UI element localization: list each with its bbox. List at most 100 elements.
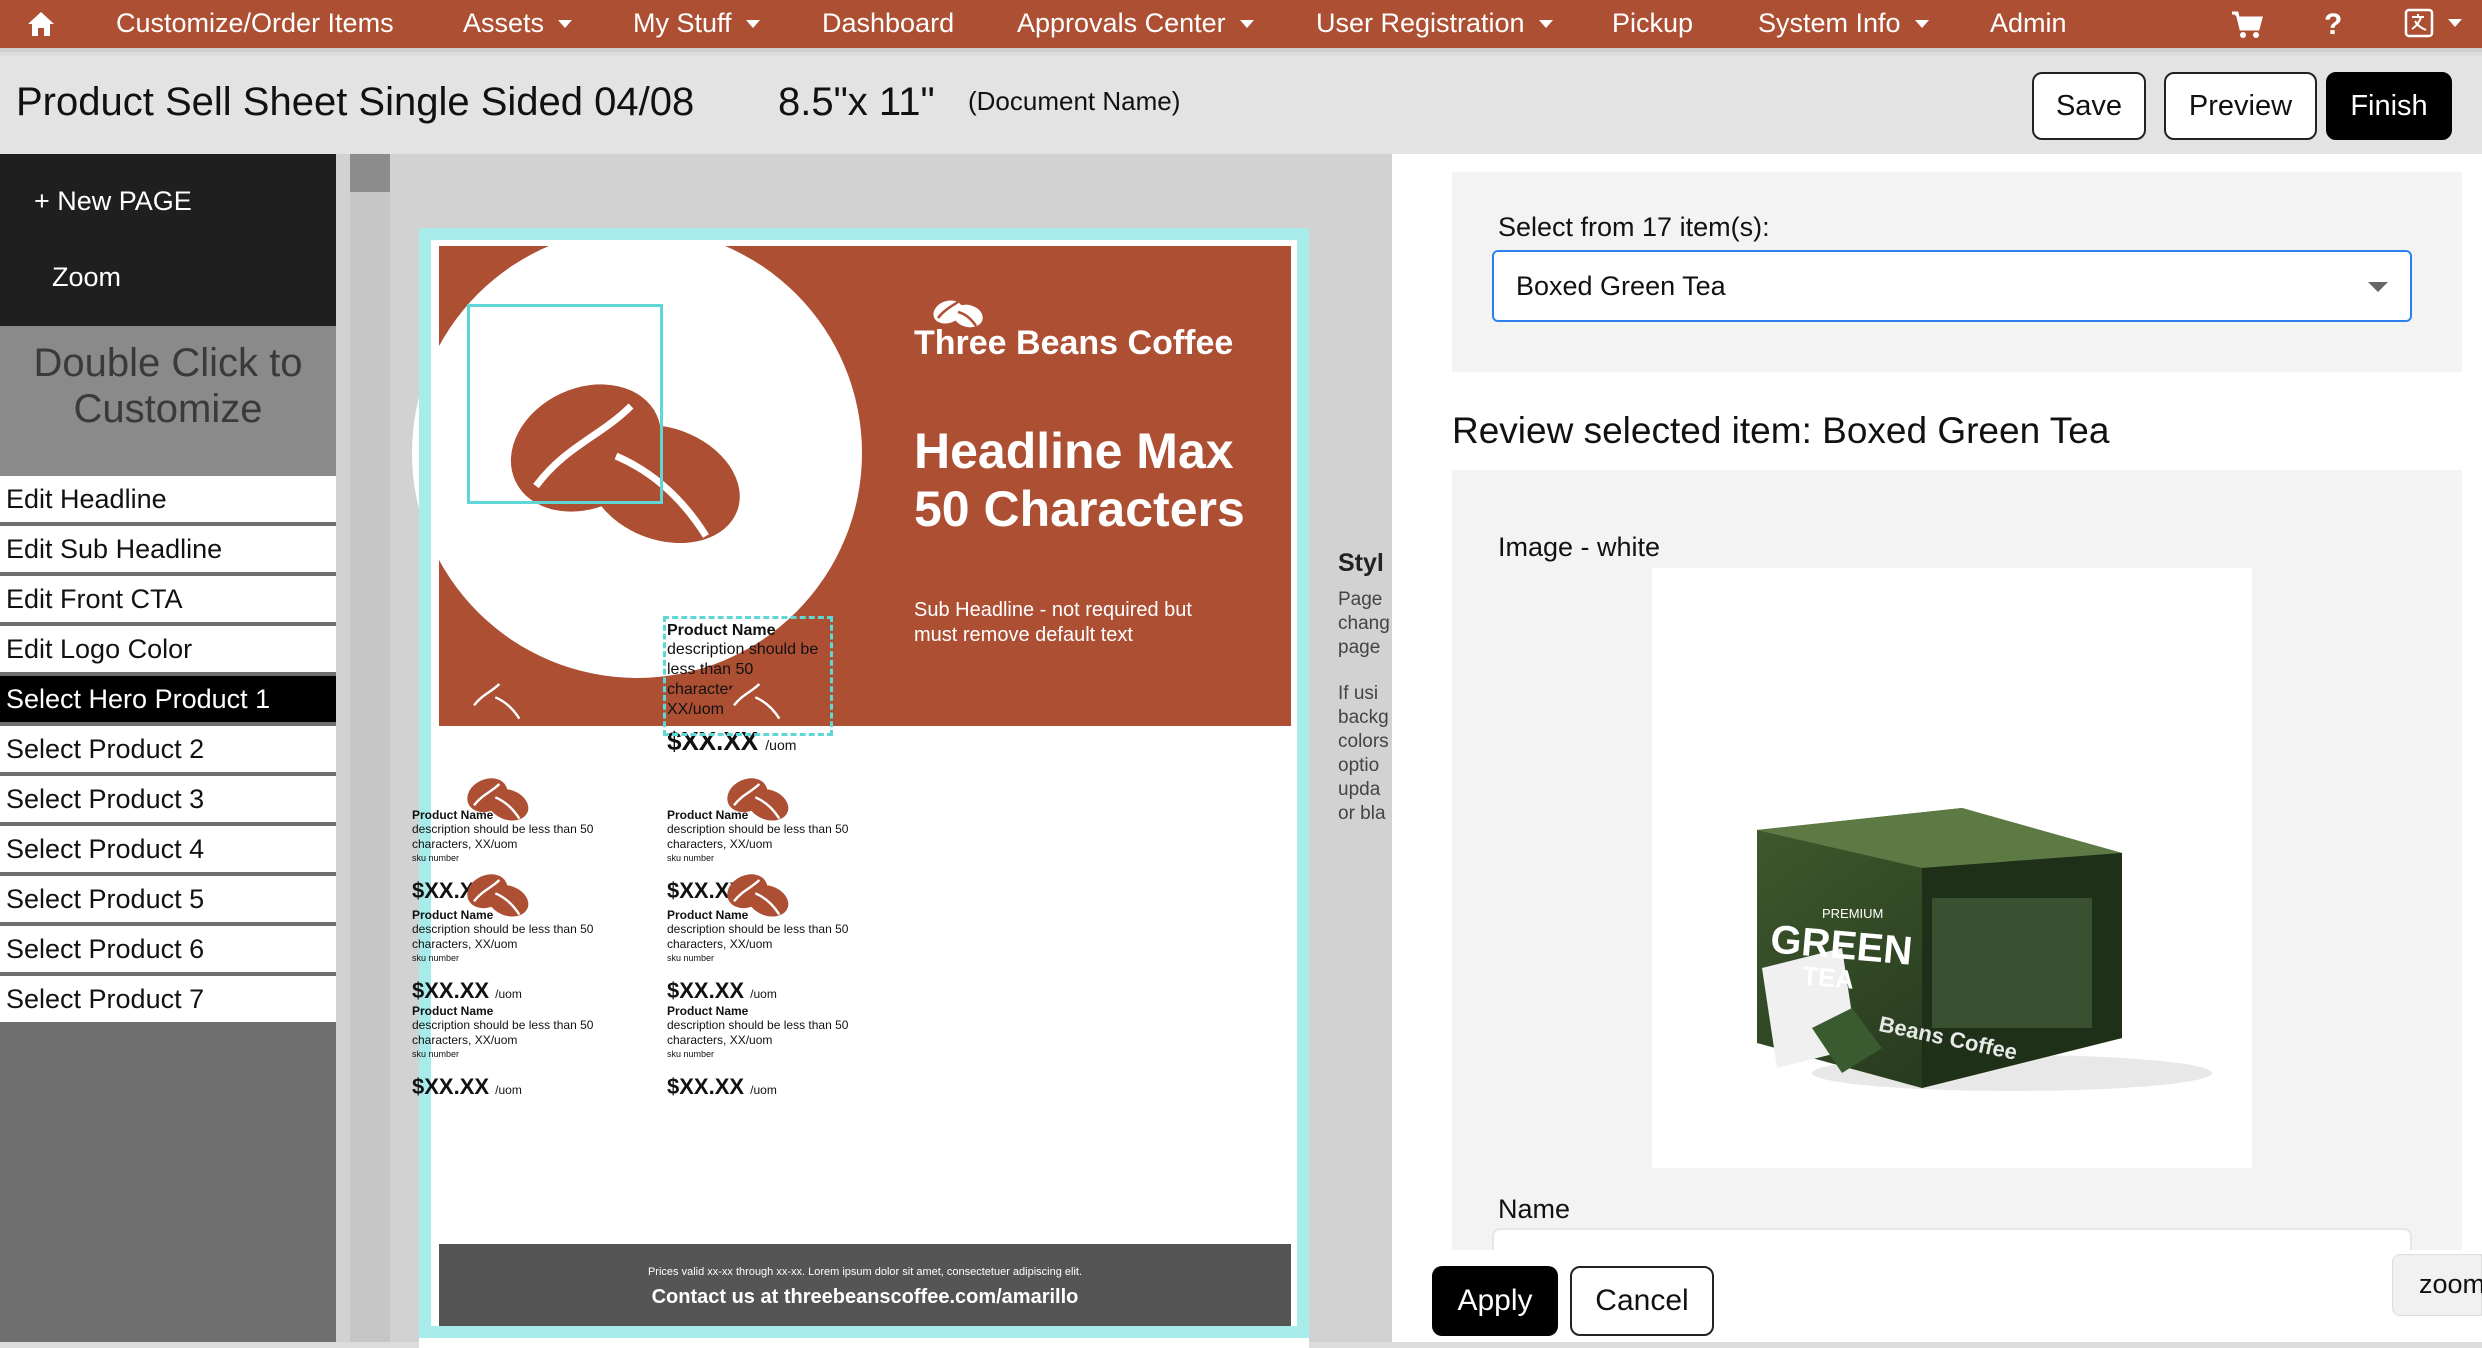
style-line: colors	[1338, 731, 1389, 752]
menu-select-product-2[interactable]: Select Product 2	[0, 726, 336, 772]
product-desc: description should be less than 50 chara…	[667, 822, 849, 851]
price-unit: /uom	[765, 737, 797, 753]
nav-admin[interactable]: Admin	[1990, 8, 2067, 39]
menu-edit-headline[interactable]: Edit Headline	[0, 476, 336, 522]
headline-text[interactable]: Headline Max 50 Characters	[914, 422, 1274, 538]
nav-label: Dashboard	[822, 8, 955, 38]
menu-edit-front-cta[interactable]: Edit Front CTA	[0, 576, 336, 622]
new-page-button[interactable]: + New PAGE	[34, 186, 192, 217]
finish-button[interactable]: Finish	[2326, 72, 2452, 140]
menu-select-product-6[interactable]: Select Product 6	[0, 926, 336, 972]
apply-button[interactable]: Apply	[1432, 1266, 1558, 1336]
product-sku: sku number	[667, 953, 715, 963]
nav-pickup[interactable]: Pickup	[1612, 8, 1693, 39]
product-image[interactable]	[466, 872, 530, 920]
menu-select-hero-product-1[interactable]: Select Hero Product 1	[0, 676, 336, 722]
price-unit: /uom	[750, 987, 777, 1001]
menu-edit-sub-headline[interactable]: Edit Sub Headline	[0, 526, 336, 572]
nav-label: Admin	[1990, 8, 2067, 38]
nav-assets[interactable]: Assets	[463, 8, 573, 39]
nav-label: System Info	[1758, 8, 1901, 38]
product-select-dropdown[interactable]: Boxed Green Tea	[1492, 250, 2412, 322]
product-sku: sku number	[667, 1049, 715, 1059]
product-image[interactable]	[726, 676, 790, 724]
menu-select-product-5[interactable]: Select Product 5	[0, 876, 336, 922]
product-cell[interactable]: Product Name description should be less t…	[412, 908, 602, 1004]
style-line: Page	[1338, 589, 1383, 610]
style-line: backg	[1338, 707, 1389, 728]
design-canvas[interactable]: Three Beans Coffee Headline Max 50 Chara…	[336, 154, 1394, 1348]
language-selector[interactable]	[2404, 8, 2462, 38]
name-label: Name	[1498, 1194, 1571, 1224]
help-icon[interactable]: ?	[2324, 8, 2342, 42]
price-value: $XX.XX	[412, 1074, 490, 1099]
price-unit: /uom	[495, 1083, 522, 1097]
document-title: Product Sell Sheet Single Sided 04/08	[16, 80, 695, 124]
ruler-corner	[350, 154, 390, 192]
nav-label: Pickup	[1612, 8, 1694, 38]
nav-customize-order-items[interactable]: Customize/Order Items	[116, 8, 394, 39]
chevron-down-icon	[1538, 19, 1553, 28]
zoom-button[interactable]: Zoom	[52, 262, 121, 293]
product-desc: description should be less than 50 chara…	[412, 922, 594, 951]
document-title-bar: Product Sell Sheet Single Sided 04/08 8.…	[0, 56, 2482, 154]
zoom-tab[interactable]: zoom	[2392, 1254, 2482, 1316]
chevron-down-icon	[558, 19, 573, 28]
box-premium-text: PREMIUM	[1822, 906, 1883, 921]
product-price: $XX.XX /uom	[667, 978, 857, 1004]
vertical-ruler	[350, 154, 390, 1342]
product-image[interactable]	[726, 776, 790, 824]
menu-select-product-3[interactable]: Select Product 3	[0, 776, 336, 822]
green-tea-box-image: PREMIUM GREEN TEA Beans Coffee	[1757, 808, 2212, 1091]
hero-image-selection[interactable]	[467, 304, 663, 504]
nav-dashboard[interactable]: Dashboard	[822, 8, 954, 39]
footer-disclaimer: Prices valid xx-xx through xx-xx. Lorem …	[647, 1266, 1083, 1278]
product-sku: sku number	[667, 853, 715, 863]
preview-button[interactable]: Preview	[2164, 72, 2317, 140]
cart-icon[interactable]	[2230, 10, 2264, 40]
document-footer[interactable]: Prices valid xx-xx through xx-xx. Lorem …	[439, 1244, 1291, 1328]
price-value: $XX.XX	[667, 1074, 745, 1099]
product-image-preview: PREMIUM GREEN TEA Beans Coffee	[1652, 568, 2252, 1168]
price-unit: /uom	[495, 987, 522, 1001]
product-desc: description should be less than 50 chara…	[412, 1018, 594, 1047]
chevron-down-icon	[1239, 19, 1254, 28]
document-name: (Document Name)	[968, 86, 1181, 116]
product-sku: sku number	[412, 853, 460, 863]
left-sidebar: + New PAGE Zoom Double Click to Customiz…	[0, 154, 336, 1342]
select-label: Select from 17 item(s):	[1498, 212, 1770, 242]
menu-select-product-7[interactable]: Select Product 7	[0, 976, 336, 1022]
chevron-down-icon	[1914, 19, 1929, 28]
home-icon[interactable]	[26, 10, 56, 38]
product-image[interactable]	[726, 872, 790, 920]
product-cell[interactable]: Product Name description should be less t…	[412, 1004, 602, 1100]
save-button[interactable]: Save	[2032, 72, 2146, 140]
brand-name[interactable]: Three Beans Coffee	[914, 324, 1233, 363]
top-navigation-bar: Customize/Order Items Assets My Stuff Da…	[0, 0, 2482, 52]
product-desc: description should be less than 50 chara…	[667, 922, 849, 951]
box-tea-text: TEA	[1801, 960, 1856, 994]
selected-value: Boxed Green Tea	[1516, 271, 1726, 301]
nav-user-registration[interactable]: User Registration	[1316, 8, 1553, 39]
review-title: Review selected item: Boxed Green Tea	[1452, 410, 2110, 451]
style-line: page	[1338, 637, 1381, 658]
product-desc: description should be less than 50 chara…	[667, 1018, 849, 1047]
nav-approvals-center[interactable]: Approvals Center	[1017, 8, 1254, 39]
product-image[interactable]	[466, 776, 530, 824]
product-name: Product Name	[667, 1004, 749, 1018]
subheadline-text[interactable]: Sub Headline - not required but must rem…	[914, 598, 1234, 648]
style-text-2: If usi backg colors optio upda or bla	[1338, 682, 1394, 826]
product-cell[interactable]: Product Name description should be less t…	[667, 1004, 857, 1100]
menu-select-product-4[interactable]: Select Product 4	[0, 826, 336, 872]
panel-footer: Apply Cancel	[1392, 1250, 2482, 1342]
product-cell[interactable]: Product Name description should be less t…	[667, 908, 857, 1004]
product-desc: description should be less than 50 chara…	[412, 822, 594, 851]
product-image[interactable]	[466, 676, 530, 724]
style-text-1: Page chang page	[1338, 588, 1394, 660]
menu-edit-logo-color[interactable]: Edit Logo Color	[0, 626, 336, 672]
product-price: $XX.XX /uom	[412, 978, 602, 1004]
double-click-hint: Double Click to Customize	[0, 326, 336, 476]
cancel-button[interactable]: Cancel	[1570, 1266, 1714, 1336]
nav-my-stuff[interactable]: My Stuff	[633, 8, 760, 39]
nav-system-info[interactable]: System Info	[1758, 8, 1929, 39]
